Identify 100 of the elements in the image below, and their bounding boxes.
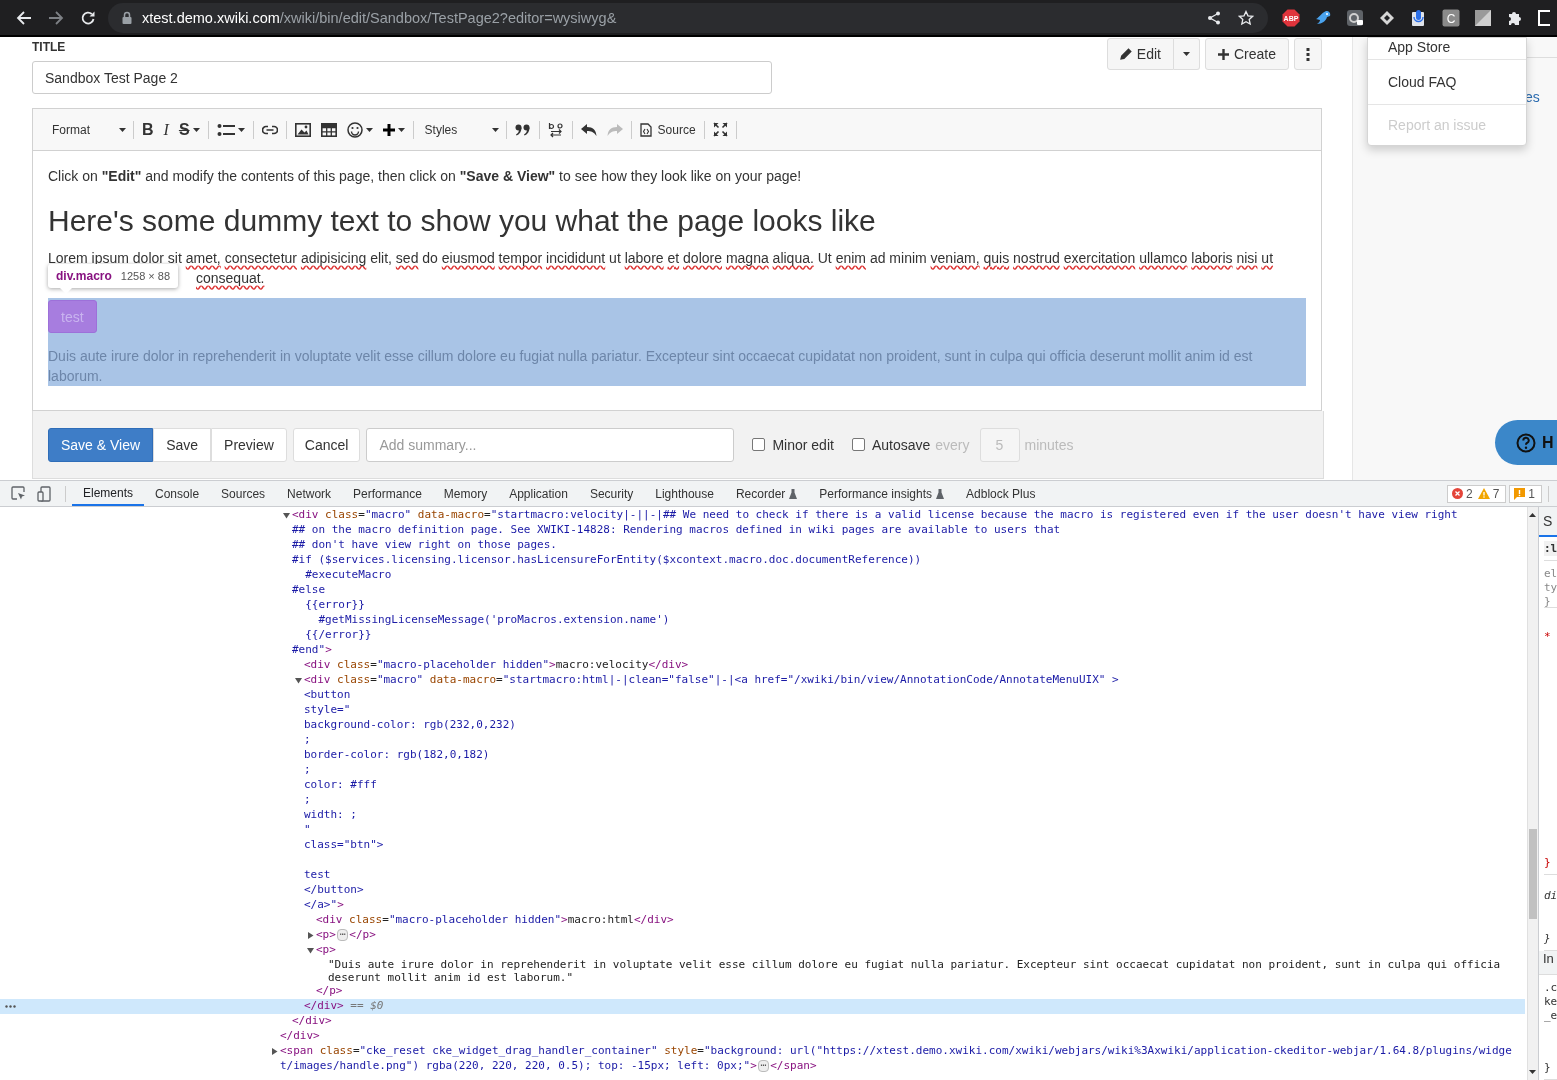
devtools-tab[interactable]: Lighthouse — [644, 481, 725, 506]
devtools-tab[interactable]: Memory — [432, 481, 499, 506]
styles-tab[interactable]: S — [1539, 507, 1557, 537]
address-bar[interactable]: xtest.demo.xwiki.com/xwiki/bin/edit/Sandbox/TestPage2?editor=wysiwyg& — [108, 2, 1268, 33]
code-line: ; — [304, 733, 311, 746]
devtools-tab[interactable]: Elements — [72, 481, 145, 506]
code-line: </a>"> — [304, 898, 344, 911]
more-button[interactable] — [1294, 38, 1322, 70]
back-icon[interactable] — [16, 9, 32, 26]
checkbox-label[interactable]: Minor edit — [772, 436, 834, 453]
code-line: class="btn"> — [304, 838, 384, 851]
table-icon — [320, 122, 337, 137]
share-icon[interactable] — [1206, 9, 1222, 26]
edit-button[interactable]: Edit — [1106, 38, 1174, 70]
more-icon[interactable] — [5, 1005, 16, 1008]
redo-icon — [606, 123, 623, 136]
field-label: TITLE — [32, 40, 67, 55]
code-line: {{/error}} — [304, 628, 372, 641]
expanded-triangle-icon[interactable] — [307, 947, 314, 954]
action-button[interactable]: Save — [153, 427, 212, 462]
strikethrough-button[interactable]: S — [173, 116, 205, 143]
code-line: " — [304, 823, 311, 836]
paragraph: Click on "Edit" and modify the contents of this page, then click on "Save & View" to see how they look like on your page! — [48, 167, 803, 186]
url-text[interactable]: xtest.demo.xwiki.com/xwiki/bin/edit/Sandbox/TestPage2?editor=wysiwyg& — [142, 9, 617, 26]
code-line: width: ; — [304, 808, 357, 821]
checkbox[interactable] — [752, 438, 766, 451]
create-button[interactable]: Create — [1204, 38, 1289, 70]
code-line: background-color: rgb(232,0,232) — [304, 718, 516, 731]
paragraph: Duis aute irure dolor in reprehenderit in voluptate velit esse cillum dolore eu fugiat nulla pariatur. Excepteur sint occaecat cupidatat non proident, sunt in culpa qui officia deserunt mollit anim id est laborum. — [48, 347, 1254, 386]
inspect-icon[interactable] — [11, 486, 26, 501]
code-line: #end"> — [292, 643, 332, 656]
tooltip-size: 1258 × 88 — [120, 270, 171, 282]
checkbox-label[interactable]: Autosave — [871, 436, 931, 453]
console-status-button[interactable]: 2 7 — [1446, 484, 1507, 503]
collapsed-triangle-icon[interactable] — [307, 932, 314, 939]
code-line: <span class="cke_reset cke_widget_drag_handler_container" style="background: url("https://xtest.demo.xwiki.com/xwiki/webjars/wiki%3Axwiki/application-ckeditor-webjar/1.64.8/plugins/widge — [280, 1044, 1512, 1057]
code-line: ## on the macro definition page. See XWIKI-14828: Rendering macros defined in wiki pages are available to users that — [292, 523, 1061, 536]
plus-icon — [1217, 48, 1229, 60]
code-line: test — [304, 868, 331, 881]
title-field[interactable]: Sandbox Test Page 2 — [32, 61, 772, 94]
checkbox[interactable] — [851, 438, 865, 451]
square-icon[interactable] — [1474, 8, 1492, 27]
image-icon — [294, 122, 311, 137]
code-line: border-color: rgb(182,0,182) — [304, 748, 490, 761]
code-line: <p> ⋯ </p> — [316, 928, 376, 941]
code-line: <button — [304, 688, 351, 701]
action-button[interactable]: Preview — [211, 427, 287, 462]
scrollbar[interactable] — [1527, 507, 1538, 1080]
code-line: ; — [304, 793, 311, 806]
bird-icon[interactable] — [1314, 8, 1332, 27]
devtools-tab[interactable]: Recorder — [724, 481, 809, 506]
issues-button[interactable]: 1 — [1509, 484, 1542, 503]
issue-icon — [1514, 487, 1526, 500]
code-line: </div> — [292, 1014, 332, 1027]
code-line: <div class="macro-placeholder hidden">macro:html</div> — [316, 913, 674, 926]
help-icon — [1516, 432, 1536, 453]
style-rule-text: } — [1544, 855, 1552, 870]
filter-field[interactable]: :l — [1544, 540, 1557, 556]
lock-icon — [122, 11, 132, 24]
list-icon — [216, 122, 235, 137]
undo-icon — [580, 123, 597, 136]
format-dropdown[interactable]: Styles — [416, 116, 503, 143]
help-button[interactable]: H — [1495, 420, 1557, 465]
device-icon[interactable] — [37, 485, 52, 502]
action-button[interactable]: Save & View — [48, 427, 154, 462]
menu-item[interactable]: Cloud FAQ — [1368, 60, 1526, 105]
code-line: ; — [304, 763, 311, 776]
source-button[interactable]: Source — [634, 116, 701, 143]
down-arrow-icon[interactable] — [1529, 1070, 1536, 1074]
scrollbar-thumb[interactable] — [1529, 829, 1537, 919]
bold-button[interactable]: B — [137, 116, 159, 143]
style-rule-text: di — [1544, 888, 1557, 903]
action-button[interactable]: Cancel — [292, 427, 361, 462]
up-arrow-icon[interactable] — [1529, 513, 1536, 517]
menu-item[interactable]: App Store — [1368, 38, 1526, 60]
extension-icon[interactable] — [1346, 8, 1364, 27]
devtools-tab[interactable]: Adblock Plus — [955, 481, 1047, 506]
devtools-tab[interactable]: Security — [578, 481, 645, 506]
star-icon[interactable] — [1238, 9, 1254, 26]
expanded-triangle-icon[interactable] — [283, 512, 290, 519]
devtools-tab[interactable]: Application — [498, 481, 579, 506]
style-rule-text: .c — [1544, 981, 1557, 996]
devtools-tab[interactable]: Sources — [210, 481, 277, 506]
code-line: {{error}} — [304, 598, 365, 611]
reload-icon[interactable] — [80, 9, 96, 26]
selected-row[interactable]: </div> == $0 — [0, 999, 1525, 1014]
devtools-tab[interactable]: Console — [144, 481, 211, 506]
devtools-tab[interactable]: Performance insights — [808, 481, 956, 506]
code-line: </div> == $0 — [304, 999, 384, 1012]
collapsed-triangle-icon[interactable] — [271, 1048, 278, 1055]
devtools-tab[interactable]: Performance — [342, 481, 433, 506]
expanded-triangle-icon[interactable] — [295, 677, 302, 684]
devtools-tab[interactable]: Network — [276, 481, 343, 506]
profile-icon[interactable] — [1538, 8, 1550, 27]
italic-button[interactable]: I — [158, 116, 174, 143]
style-rule-text: ke — [1544, 995, 1557, 1010]
summary-field[interactable]: Add summary... — [366, 427, 735, 462]
format-dropdown[interactable]: Format — [44, 116, 130, 143]
style-rule-text: ty — [1544, 580, 1557, 595]
diamond-icon[interactable] — [1378, 8, 1396, 27]
